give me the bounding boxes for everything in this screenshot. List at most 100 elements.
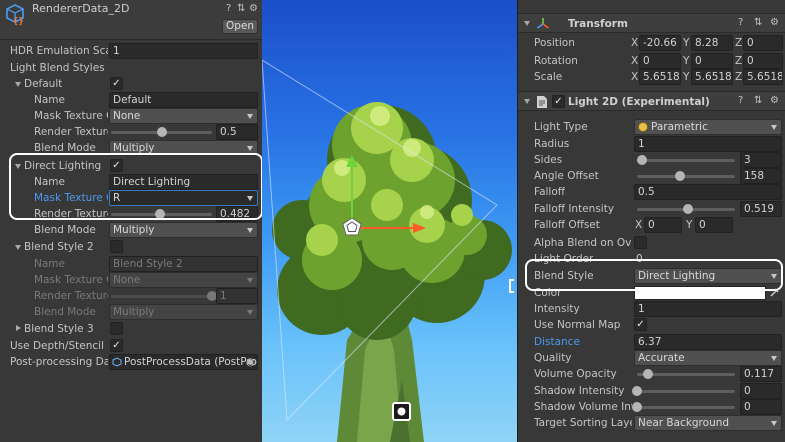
light2d-foldout-arrow-icon[interactable] xyxy=(524,99,530,104)
falloff-offset-y-field[interactable]: 0 xyxy=(695,217,733,233)
shadow-intensity-field[interactable]: 0 xyxy=(740,383,782,399)
rotation-z-field[interactable]: 0 xyxy=(743,53,783,69)
intensity-field[interactable]: 1 xyxy=(634,301,782,317)
transform-foldout-arrow-icon[interactable] xyxy=(524,21,530,26)
angle-offset-field[interactable]: 158 xyxy=(740,168,782,184)
gear-icon[interactable]: ⚙ xyxy=(249,3,258,14)
sides-slider-knob[interactable] xyxy=(636,155,647,165)
falloff-intensity-slider-knob[interactable] xyxy=(682,204,693,214)
post-processing-label: Post-processing Data xyxy=(10,356,108,368)
bs2-render-field: 1 xyxy=(216,288,258,304)
default-foldout-arrow-icon[interactable] xyxy=(15,82,21,87)
sorting-layers-dropdown[interactable]: Near Background xyxy=(634,415,782,431)
scale-z-axis[interactable]: Z xyxy=(735,69,742,85)
position-z-axis[interactable]: Z xyxy=(735,35,742,51)
direct-blend-label: Blend Mode xyxy=(34,224,96,236)
default-style-checkbox[interactable]: ✓ xyxy=(110,77,123,90)
angle-offset-slider-track[interactable] xyxy=(637,175,735,178)
shadow-volume-slider-track[interactable] xyxy=(637,406,735,409)
radius-field[interactable]: 1 xyxy=(634,136,782,152)
falloff-intensity-label: Falloff Intensity xyxy=(534,203,615,215)
light2d-enabled-checkbox[interactable]: ✓ xyxy=(552,95,565,108)
help-icon[interactable]: ? xyxy=(738,17,743,28)
chevron-down-icon xyxy=(771,421,777,426)
preset-icon[interactable]: ⇅ xyxy=(237,3,245,14)
gear-icon[interactable]: ⚙ xyxy=(770,17,779,28)
post-processing-value: PostProcessData (PostProcessData) xyxy=(124,356,257,368)
position-x-axis[interactable]: X xyxy=(631,35,638,51)
rotation-x-axis[interactable]: X xyxy=(631,53,638,69)
shadow-volume-field[interactable]: 0 xyxy=(740,399,782,415)
object-picker-icon[interactable]: ◉ xyxy=(246,355,255,369)
default-render-slider-knob[interactable] xyxy=(156,127,167,137)
rotation-x-field[interactable]: 0 xyxy=(639,53,681,69)
normal-map-label: Use Normal Map xyxy=(534,319,621,331)
preset-icon[interactable]: ⇅ xyxy=(754,95,762,106)
bs3-style-label[interactable]: Blend Style 3 xyxy=(24,321,94,337)
shadow-intensity-slider-knob[interactable] xyxy=(632,386,642,396)
rotation-y-axis[interactable]: Y xyxy=(683,53,689,69)
bs2-blend-label: Blend Mode xyxy=(34,306,96,318)
hdr-emulation-field[interactable]: 1 xyxy=(109,43,258,59)
volume-opacity-slider-knob[interactable] xyxy=(643,369,654,379)
light2d-header[interactable]: ✓ Light 2D (Experimental) ? ⇅ ⚙ xyxy=(518,91,785,111)
default-mask-dropdown[interactable]: None xyxy=(109,108,258,124)
default-style-label[interactable]: Default xyxy=(24,76,62,92)
post-processing-field[interactable]: PostProcessData (PostProcessData) ◉ xyxy=(109,354,258,370)
gameobject-inspector: Transform ? ⇅ ⚙ Position X -20.66 Y 8.28… xyxy=(517,0,785,442)
direct-blend-dropdown[interactable]: Multiply xyxy=(109,222,258,238)
help-icon[interactable]: ? xyxy=(738,95,743,106)
bs3-style-checkbox[interactable] xyxy=(110,322,123,335)
bs2-style-label[interactable]: Blend Style 2 xyxy=(24,239,94,255)
preset-icon[interactable]: ⇅ xyxy=(754,17,762,28)
shadow-volume-slider-knob[interactable] xyxy=(632,402,642,412)
quality-dropdown[interactable]: Accurate xyxy=(634,350,782,366)
quality-value: Accurate xyxy=(638,352,685,364)
scale-x-field[interactable]: 5.6518 xyxy=(639,69,681,85)
sides-slider-track[interactable] xyxy=(637,159,735,162)
light2d-title: Light 2D (Experimental) xyxy=(568,96,710,108)
gear-icon[interactable]: ⚙ xyxy=(770,95,779,106)
help-icon[interactable]: ? xyxy=(226,3,231,14)
position-y-field[interactable]: 8.28 xyxy=(691,35,733,51)
alpha-blend-checkbox[interactable] xyxy=(634,236,647,249)
direct-blend-value: Multiply xyxy=(113,224,155,236)
bs2-foldout-arrow-icon[interactable] xyxy=(15,245,21,250)
scale-z-field[interactable]: 5.6518 xyxy=(743,69,783,85)
depth-stencil-checkbox[interactable]: ✓ xyxy=(110,339,123,352)
position-x-field[interactable]: -20.66 xyxy=(639,35,681,51)
volume-opacity-field[interactable]: 0.117 xyxy=(740,366,782,382)
scene-view[interactable] xyxy=(262,0,517,442)
default-name-field[interactable]: Default xyxy=(109,92,258,108)
rotation-label: Rotation xyxy=(534,55,578,67)
falloff-field[interactable]: 0.5 xyxy=(634,184,782,200)
light-type-dropdown[interactable]: Parametric xyxy=(634,119,782,135)
bs3-foldout-arrow-icon[interactable] xyxy=(16,325,21,331)
rotation-y-field[interactable]: 0 xyxy=(691,53,733,69)
bs2-name-label: Name xyxy=(34,258,65,270)
light-type-label: Light Type xyxy=(534,121,588,133)
shadow-intensity-slider-track[interactable] xyxy=(637,390,735,393)
sides-field[interactable]: 3 xyxy=(740,152,782,168)
bs2-style-checkbox[interactable] xyxy=(110,240,123,253)
falloff-offset-x-axis[interactable]: X xyxy=(635,217,642,233)
falloff-intensity-field[interactable]: 0.519 xyxy=(740,201,782,217)
angle-offset-slider-knob[interactable] xyxy=(675,171,686,181)
sorting-layers-value: Near Background xyxy=(638,417,730,429)
open-button[interactable]: Open xyxy=(222,19,258,34)
falloff-offset-x-field[interactable]: 0 xyxy=(644,217,682,233)
scale-y-field[interactable]: 5.6518 xyxy=(691,69,733,85)
distance-field[interactable]: 6.37 xyxy=(634,334,782,350)
transform-header[interactable]: Transform ? ⇅ ⚙ xyxy=(518,13,785,33)
position-z-field[interactable]: 0 xyxy=(743,35,783,51)
position-y-axis[interactable]: Y xyxy=(683,35,689,51)
bs2-render-slider-track xyxy=(111,295,212,298)
falloff-offset-y-axis[interactable]: Y xyxy=(686,217,692,233)
scale-x-axis[interactable]: X xyxy=(631,69,638,85)
normal-map-checkbox[interactable]: ✓ xyxy=(634,318,647,331)
default-render-field[interactable]: 0.5 xyxy=(216,124,258,140)
falloff-offset-label: Falloff Offset xyxy=(534,219,600,231)
default-mask-label: Mask Texture Channel xyxy=(34,110,108,122)
rotation-z-axis[interactable]: Z xyxy=(735,53,742,69)
scale-y-axis[interactable]: Y xyxy=(683,69,689,85)
